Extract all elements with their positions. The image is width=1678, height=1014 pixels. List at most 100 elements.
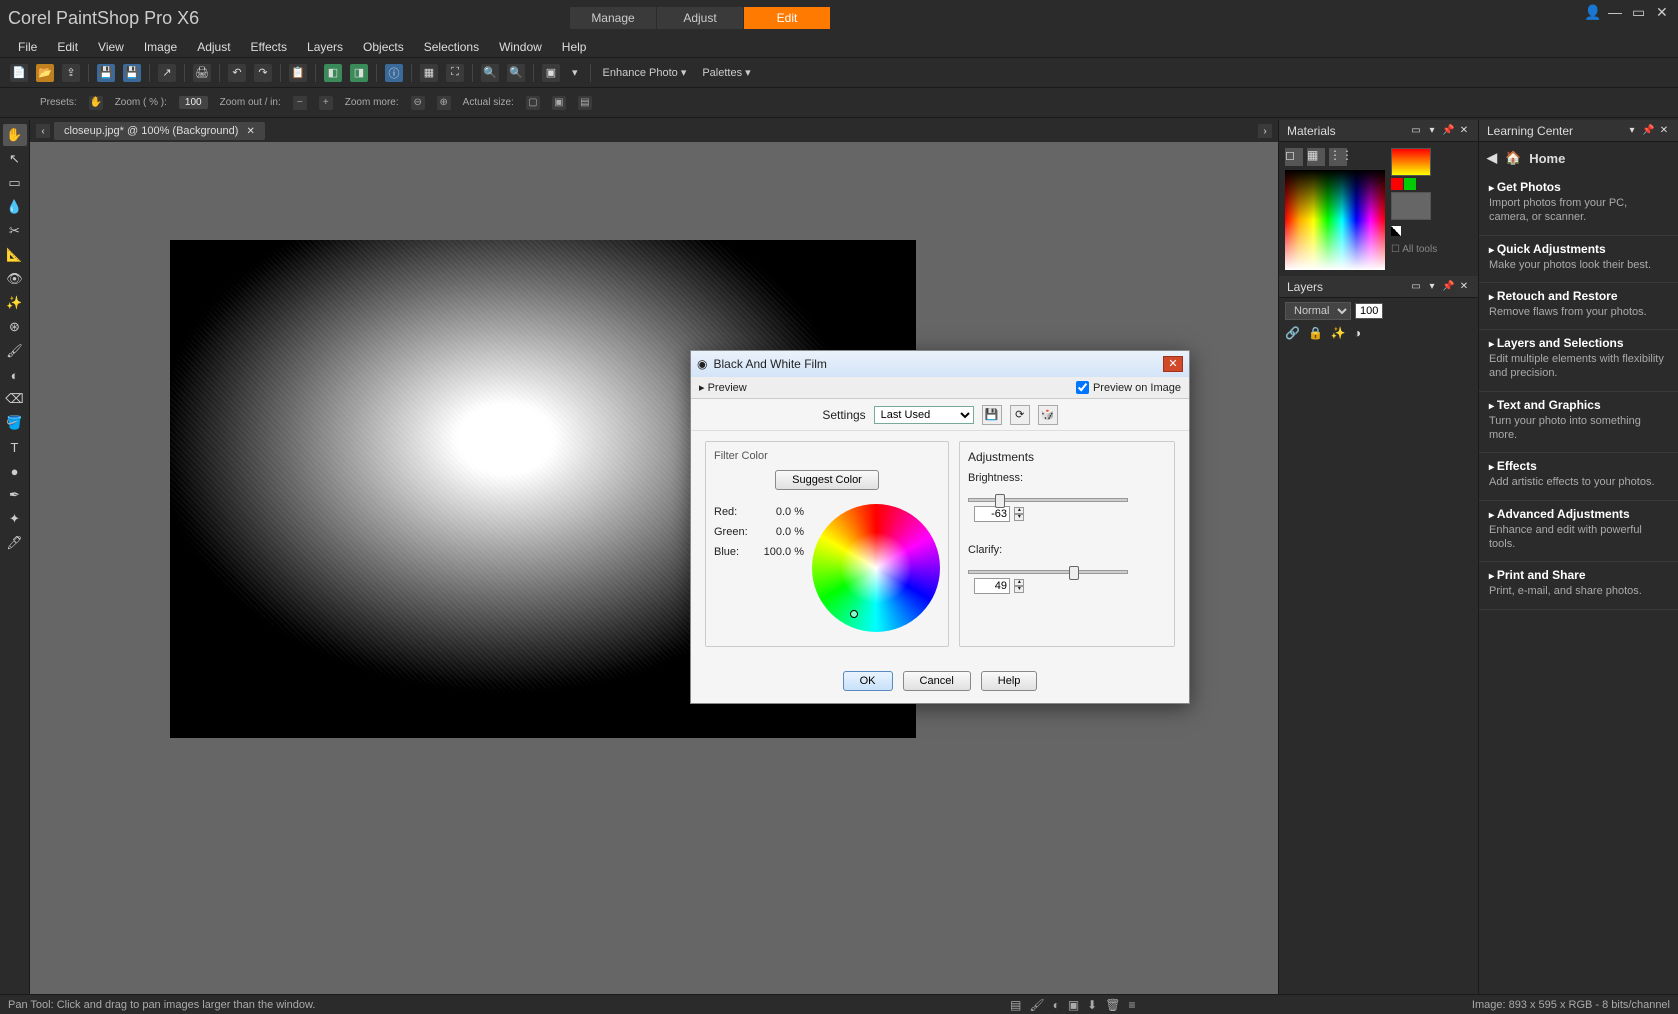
shape-tool[interactable]: ● xyxy=(3,460,27,482)
tab-adjust[interactable]: Adjust xyxy=(657,7,743,29)
menu-help[interactable]: Help xyxy=(554,38,595,56)
menu-file[interactable]: File xyxy=(10,38,45,56)
grid-button[interactable]: ▦ xyxy=(420,64,438,82)
maximize-icon[interactable]: ▭ xyxy=(1632,4,1646,18)
save-preset-icon[interactable]: 💾 xyxy=(982,405,1002,425)
zoom-in-icon[interactable]: 🔍 xyxy=(507,64,525,82)
lighten-tool[interactable]: ◐ xyxy=(3,364,27,386)
layer-link-icon[interactable]: 🔗 xyxy=(1285,326,1300,340)
new-layer-icon[interactable]: ▤ xyxy=(1010,998,1021,1012)
new-button[interactable]: 📄 xyxy=(10,64,28,82)
canvas-button[interactable]: ◨ xyxy=(350,64,368,82)
presets-hand-icon[interactable]: ✋ xyxy=(89,96,103,110)
new-mask-icon[interactable]: 🖌 xyxy=(1029,998,1044,1012)
crop-tool[interactable]: ✂ xyxy=(3,220,27,242)
info-icon[interactable]: ⓘ xyxy=(385,64,403,82)
zoom-more-out-icon[interactable]: ⊖ xyxy=(411,96,425,110)
selection-tool[interactable]: ▭ xyxy=(3,172,27,194)
randomize-icon[interactable]: 🎲 xyxy=(1038,405,1058,425)
section-title[interactable]: Effects xyxy=(1489,459,1668,473)
delete-layer-icon[interactable]: 🗑 xyxy=(1105,998,1120,1012)
materials-swatches-icon[interactable]: ⋮⋮ xyxy=(1329,148,1347,166)
recent-swatch[interactable] xyxy=(1391,178,1403,190)
ok-button[interactable]: OK xyxy=(843,671,893,691)
panel-close-icon[interactable]: ✕ xyxy=(1458,281,1470,292)
scan-button[interactable]: ⇪ xyxy=(62,64,80,82)
paint-brush-tool[interactable]: 🖌 xyxy=(3,340,27,362)
menu-edit[interactable]: Edit xyxy=(49,38,86,56)
menu-image[interactable]: Image xyxy=(136,38,185,56)
foreground-swatch[interactable] xyxy=(1391,148,1431,176)
document-tab[interactable]: closeup.jpg* @ 100% (Background) ✕ xyxy=(54,122,265,140)
pan-tool[interactable]: ✋ xyxy=(3,124,27,146)
save-button[interactable]: 💾 xyxy=(97,64,115,82)
undo-button[interactable]: ↶ xyxy=(228,64,246,82)
user-icon[interactable]: 👤 xyxy=(1584,4,1598,18)
fit-button[interactable]: ⛶ xyxy=(446,64,464,82)
settings-select[interactable]: Last Used xyxy=(874,406,974,424)
resize-button[interactable]: ◧ xyxy=(324,64,342,82)
brightness-input[interactable] xyxy=(974,506,1010,522)
spin-down-icon[interactable]: ▾ xyxy=(1014,586,1024,593)
spin-up-icon[interactable]: ▴ xyxy=(1014,507,1024,514)
help-button[interactable]: Help xyxy=(981,671,1038,691)
straighten-tool[interactable]: 📐 xyxy=(3,244,27,266)
panel-pin2-icon[interactable]: 📌 xyxy=(1642,125,1654,136)
menu-objects[interactable]: Objects xyxy=(355,38,412,56)
clarify-thumb[interactable] xyxy=(1069,566,1079,580)
panel-pin2-icon[interactable]: 📌 xyxy=(1442,125,1454,136)
section-title[interactable]: Text and Graphics xyxy=(1489,398,1668,412)
section-title[interactable]: Get Photos xyxy=(1489,180,1668,194)
oil-brush-tool[interactable]: 🖊 xyxy=(3,532,27,554)
swap-colors-icon[interactable] xyxy=(1391,226,1401,236)
layer-lock-icon[interactable]: 🔒 xyxy=(1308,326,1323,340)
tab-manage[interactable]: Manage xyxy=(570,7,656,29)
panel-close-icon[interactable]: ✕ xyxy=(1658,125,1670,136)
enhance-photo-menu[interactable]: Enhance Photo ▾ xyxy=(599,66,691,79)
panel-float-icon[interactable]: ▭ xyxy=(1410,125,1422,136)
makeover-tool[interactable]: ✨ xyxy=(3,292,27,314)
save-all-button[interactable]: 💾 xyxy=(123,64,141,82)
menu-selections[interactable]: Selections xyxy=(416,38,487,56)
zoom-in-small-icon[interactable]: + xyxy=(319,96,333,110)
color-wheel-thumb[interactable] xyxy=(850,610,858,618)
menu-view[interactable]: View xyxy=(90,38,132,56)
reset-preset-icon[interactable]: ⟳ xyxy=(1010,405,1030,425)
zoom-out-small-icon[interactable]: − xyxy=(293,96,307,110)
materials-rainbow-icon[interactable]: ▦ xyxy=(1307,148,1325,166)
erase-tool[interactable]: ⌫ xyxy=(3,388,27,410)
menu-effects[interactable]: Effects xyxy=(243,38,295,56)
zoom-value[interactable]: 100 xyxy=(179,96,208,109)
brightness-thumb[interactable] xyxy=(995,494,1005,508)
dropdown-caret-icon[interactable]: ▾ xyxy=(568,66,582,79)
open-button[interactable]: 📂 xyxy=(36,64,54,82)
actual-size-button[interactable]: ▢ xyxy=(526,96,540,110)
tab-edit[interactable]: Edit xyxy=(744,7,830,29)
panel-pin2-icon[interactable]: 📌 xyxy=(1442,281,1454,292)
layer-mask-icon[interactable]: ◑ xyxy=(1354,326,1361,340)
recent-swatch[interactable] xyxy=(1404,178,1416,190)
pen-tool[interactable]: ✒ xyxy=(3,484,27,506)
menu-adjust[interactable]: Adjust xyxy=(189,38,238,56)
spin-down-icon[interactable]: ▾ xyxy=(1014,514,1024,521)
section-title[interactable]: Print and Share xyxy=(1489,568,1668,582)
section-title[interactable]: Advanced Adjustments xyxy=(1489,507,1668,521)
background-swatch[interactable] xyxy=(1391,192,1431,220)
spin-up-icon[interactable]: ▴ xyxy=(1014,579,1024,586)
instant-effects-button[interactable]: ▣ xyxy=(542,64,560,82)
redeye-tool[interactable]: 👁 xyxy=(3,268,27,290)
layer-opacity[interactable]: 100 xyxy=(1355,303,1383,319)
section-title[interactable]: Quick Adjustments xyxy=(1489,242,1668,256)
suggest-color-button[interactable]: Suggest Color xyxy=(775,470,879,490)
new-adjustment-icon[interactable]: ◐ xyxy=(1053,998,1060,1012)
close-icon[interactable]: ✕ xyxy=(1656,4,1670,18)
layer-effects-icon[interactable]: ✨ xyxy=(1331,326,1346,340)
palettes-menu[interactable]: Palettes ▾ xyxy=(698,66,754,79)
panel-pin-icon[interactable]: ▾ xyxy=(1426,281,1438,292)
color-wheel[interactable] xyxy=(812,504,940,632)
menu-window[interactable]: Window xyxy=(491,38,550,56)
fit-all-button[interactable]: ▤ xyxy=(578,96,592,110)
clone-tool[interactable]: ⊛ xyxy=(3,316,27,338)
preview-toggle[interactable]: ▸ Preview xyxy=(699,381,747,394)
color-picker[interactable] xyxy=(1285,170,1385,270)
